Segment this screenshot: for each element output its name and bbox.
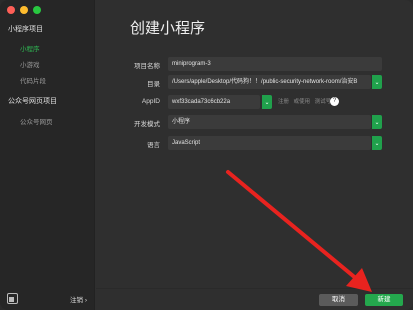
appid-links: 注册 或使用 测试号 bbox=[278, 97, 334, 105]
maximize-window-button[interactable] bbox=[33, 6, 41, 14]
sidebar-item-official-web[interactable]: 公众号网页 bbox=[20, 116, 53, 126]
language-select[interactable]: JavaScript bbox=[168, 136, 371, 150]
directory-label: 目录 bbox=[147, 81, 160, 88]
dev-mode-label: 开发模式 bbox=[134, 121, 160, 128]
sidebar-item-miniprogram[interactable]: 小程序 bbox=[20, 43, 40, 53]
window-controls bbox=[7, 6, 41, 14]
chevron-down-icon: ⌄ bbox=[264, 99, 270, 106]
bottom-bar: 取消 新建 bbox=[96, 288, 413, 310]
page-title: 创建小程序 bbox=[130, 20, 206, 37]
dev-mode-select[interactable]: 小程序 bbox=[168, 115, 371, 129]
minimize-window-button[interactable] bbox=[20, 6, 28, 14]
sidebar-section-miniprogram: 小程序项目 bbox=[8, 26, 43, 33]
language-label: 语言 bbox=[147, 142, 160, 149]
appid-label: AppID bbox=[141, 98, 160, 105]
chevron-down-icon: ⌄ bbox=[374, 140, 380, 147]
project-name-label: 项目名称 bbox=[134, 63, 160, 70]
help-icon[interactable]: ? bbox=[330, 97, 339, 106]
appid-dropdown-button[interactable]: ⌄ bbox=[262, 95, 272, 109]
register-link[interactable]: 注册 bbox=[278, 99, 289, 105]
appid-input[interactable]: wxf33cada73c6cb22a bbox=[168, 95, 260, 109]
chevron-down-icon: ⌄ bbox=[374, 119, 380, 126]
close-window-button[interactable] bbox=[7, 6, 15, 14]
or-use-text: 或使用 bbox=[293, 99, 311, 105]
sidebar-footer: 注销 › bbox=[0, 288, 95, 310]
language-dropdown-button[interactable]: ⌄ bbox=[372, 136, 382, 150]
directory-input[interactable]: /Users/apple/Desktop/代码狗！！/public-securi… bbox=[168, 75, 371, 89]
sidebar-item-code-snippet[interactable]: 代码片段 bbox=[20, 75, 46, 85]
account-icon[interactable] bbox=[7, 293, 18, 304]
sidebar-item-minigame[interactable]: 小游戏 bbox=[20, 59, 40, 69]
cancel-button[interactable]: 取消 bbox=[319, 294, 358, 306]
logout-button[interactable]: 注销 › bbox=[70, 294, 87, 304]
dev-mode-dropdown-button[interactable]: ⌄ bbox=[372, 115, 382, 129]
directory-picker-button[interactable]: ⌄ bbox=[372, 75, 382, 89]
create-button[interactable]: 新建 bbox=[365, 294, 403, 306]
project-name-input[interactable]: miniprogram-3 bbox=[168, 57, 382, 71]
sidebar-section-official-account: 公众号网页项目 bbox=[8, 98, 57, 105]
sidebar: 小程序项目 小程序 小游戏 代码片段 公众号网页项目 公众号网页 注销 › bbox=[0, 0, 95, 310]
test-account-link[interactable]: 测试号 bbox=[315, 99, 332, 105]
create-project-window: 小程序项目 小程序 小游戏 代码片段 公众号网页项目 公众号网页 注销 › 创建… bbox=[0, 0, 413, 310]
main-panel: 创建小程序 项目名称 miniprogram-3 目录 /Users/apple… bbox=[96, 0, 413, 310]
chevron-down-icon: ⌄ bbox=[374, 79, 380, 86]
